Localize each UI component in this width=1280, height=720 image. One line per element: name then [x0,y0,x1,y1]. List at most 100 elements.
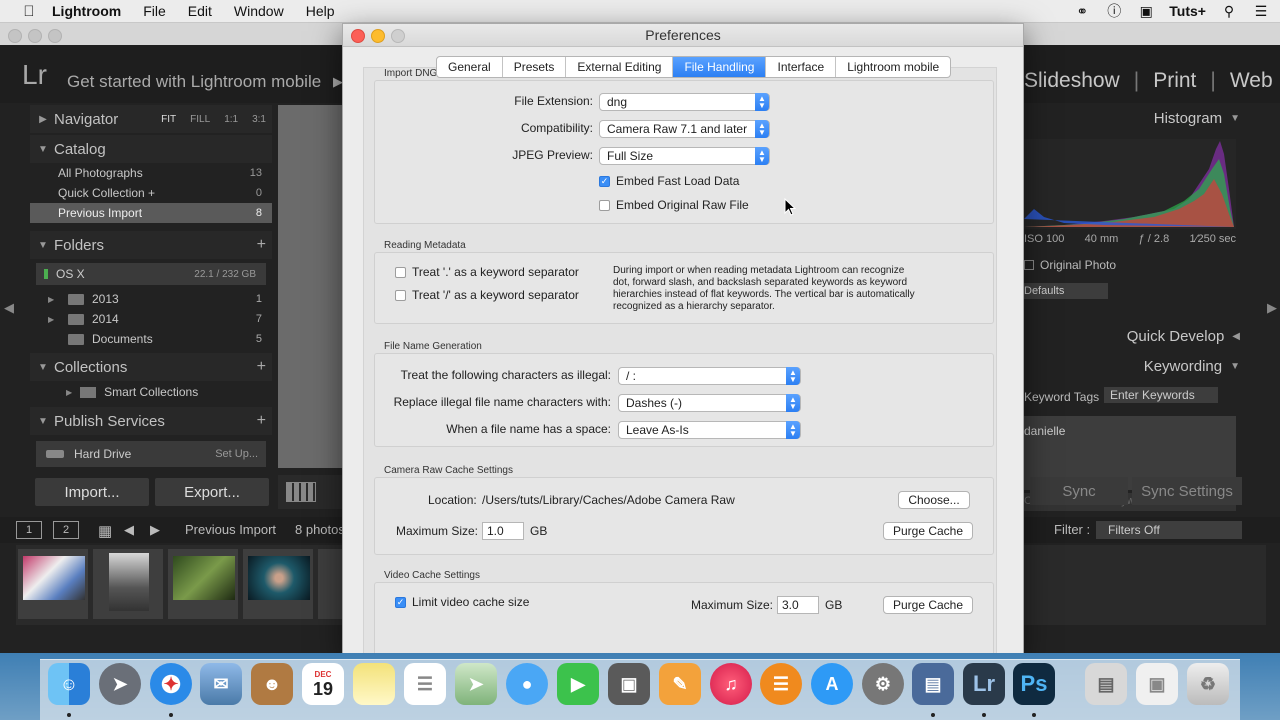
zoom-fit[interactable]: FIT [161,114,176,125]
space-handling-select[interactable]: Leave As-Is ▲ ▼ [618,421,801,439]
right-panel-toggle-icon[interactable]: ▶ [1267,300,1277,316]
replace-chars-select[interactable]: Dashes (-) ▲ ▼ [618,394,801,412]
expand-icon[interactable]: ▶ [48,295,62,304]
spotlight-search-icon[interactable]: ⚲ [1220,3,1238,19]
purge-camera-raw-cache-button[interactable]: Purge Cache [883,522,973,540]
collection-smart-collections[interactable]: ▶ Smart Collections [30,381,272,403]
histogram-header[interactable]: Histogram ▼ [1024,105,1246,131]
import-button[interactable]: Import... [35,478,149,506]
tab-interface[interactable]: Interface [766,57,837,77]
folder-2014[interactable]: ▶ 2014 7 [30,309,272,329]
zoom-3-1[interactable]: 3:1 [252,114,266,125]
filmstrip-thumb[interactable] [168,549,238,619]
finder-icon[interactable]: ☺ [48,663,90,705]
collections-header[interactable]: ▼ Collections + [30,353,272,381]
calendar-icon[interactable]: DEC 19 [302,663,344,705]
creative-cloud-icon[interactable]: ⚭ [1073,3,1091,19]
compatibility-select[interactable]: Camera Raw 7.1 and later ▲ ▼ [599,120,770,138]
file-extension-select[interactable]: dng ▲ ▼ [599,93,770,111]
photo-booth-icon[interactable]: ▣ [608,663,650,705]
folder-2013[interactable]: ▶ 2013 1 [30,289,272,309]
catalog-row-all-photographs[interactable]: All Photographs 13 [30,163,272,183]
app-store-icon[interactable]: A [811,663,853,705]
purge-video-cache-button[interactable]: Purge Cache [883,596,973,614]
menu-file[interactable]: File [143,3,166,19]
publish-setup-link[interactable]: Set Up... [215,448,258,460]
catalog-row-previous-import[interactable]: Previous Import 8 [30,203,272,223]
module-slideshow[interactable]: Slideshow [1024,69,1120,93]
sync-button[interactable]: Sync [1030,477,1128,505]
mail-icon[interactable]: ✉ [200,663,242,705]
expand-icon[interactable]: ▶ [48,315,62,324]
filmstrip-thumb[interactable] [318,549,342,619]
itunes-icon[interactable]: ♫ [710,663,752,705]
slash-separator-checkbox[interactable]: Treat '/' as a keyword separator [395,288,579,302]
module-web[interactable]: Web [1230,69,1273,93]
second-window-button[interactable]: 2 [53,521,79,539]
system-preferences-icon[interactable]: ⚙ [862,663,904,705]
checkbox-icon[interactable] [1024,260,1034,270]
dialog-close-button[interactable] [351,29,365,43]
ibooks-icon[interactable]: ☰ [760,663,802,705]
menu-help[interactable]: Help [306,3,335,19]
add-publish-service-icon[interactable]: + [257,412,266,430]
grid-view-icon[interactable] [286,482,316,502]
filmstrip-source[interactable]: Previous Import [185,522,276,537]
apple-icon[interactable]:  [14,3,44,20]
menu-window[interactable]: Window [234,3,284,19]
checkbox-icon[interactable] [395,289,406,301]
notes-icon[interactable] [353,663,395,705]
defaults-select[interactable]: Defaults [1024,283,1108,299]
filmstrip-thumb[interactable] [18,549,88,619]
checkbox-icon[interactable] [395,266,406,278]
documents-stack-icon[interactable]: ▤ [1085,663,1127,705]
messages-icon[interactable]: ● [506,663,548,705]
info-icon[interactable]: ⓘ [1105,3,1123,19]
contacts-icon[interactable]: ☻ [251,663,293,705]
screen-record-icon[interactable]: ▣ [1137,3,1155,19]
add-collection-icon[interactable]: + [257,358,266,376]
lr-minimize-button[interactable] [28,29,42,43]
grid-icon[interactable]: ▦ [98,522,112,540]
filter-select[interactable]: Filters Off [1096,521,1242,539]
main-window-button[interactable]: 1 [16,521,42,539]
tab-presets[interactable]: Presets [503,57,567,77]
reminders-icon[interactable]: ☰ [404,663,446,705]
cache-max-size-input[interactable]: 1.0 [482,522,524,540]
dialog-minimize-button[interactable] [371,29,385,43]
keynote-icon[interactable]: ▤ [912,663,954,705]
export-button[interactable]: Export... [155,478,269,506]
downloads-stack-icon[interactable]: ▣ [1136,663,1178,705]
embed-fast-load-checkbox[interactable]: ✓ Embed Fast Load Data [599,174,739,188]
zoom-1-1[interactable]: 1:1 [224,114,238,125]
keywording-header[interactable]: Keywording ▼ [1024,353,1246,379]
tab-lightroom-mobile[interactable]: Lightroom mobile [836,57,950,77]
publish-hard-drive[interactable]: Hard Drive Set Up... [36,441,266,467]
original-photo-toggle[interactable]: Original Photo [1024,258,1116,272]
checkbox-checked-icon[interactable]: ✓ [395,596,406,608]
photoshop-icon[interactable]: Ps [1013,663,1055,705]
pages-icon[interactable]: ✎ [659,663,701,705]
lr-zoom-button[interactable] [48,29,62,43]
grid-view-area[interactable] [278,105,342,468]
add-folder-icon[interactable]: + [257,236,266,254]
quick-develop-header[interactable]: Quick Develop ◀ [1024,323,1246,349]
left-panel-toggle-icon[interactable]: ◀ [4,300,14,316]
tab-file-handling[interactable]: File Handling [673,57,767,77]
launchpad-icon[interactable]: ➤ [99,663,141,705]
tab-external-editing[interactable]: External Editing [566,57,674,77]
back-arrow-icon[interactable]: ◀ [124,522,134,538]
catalog-header[interactable]: ▼ Catalog [30,135,272,163]
lightroom-mobile-prompt[interactable]: Get started with Lightroom mobile [67,72,321,92]
notification-center-icon[interactable]: ☰ [1252,3,1270,19]
expand-icon[interactable]: ▶ [66,388,72,397]
folder-documents[interactable]: ▶ Documents 5 [30,329,272,349]
safari-icon[interactable]: ✦ [150,663,192,705]
checkbox-icon[interactable] [599,199,610,211]
navigator-header[interactable]: ▶ Navigator FIT FILL 1:1 3:1 [30,105,272,133]
lightroom-icon[interactable]: Lr [963,663,1005,705]
illegal-chars-select[interactable]: / : ▲ ▼ [618,367,801,385]
jpeg-preview-select[interactable]: Full Size ▲ ▼ [599,147,770,165]
drive-os-x[interactable]: OS X 22.1 / 232 GB [36,263,266,285]
checkbox-checked-icon[interactable]: ✓ [599,175,610,187]
